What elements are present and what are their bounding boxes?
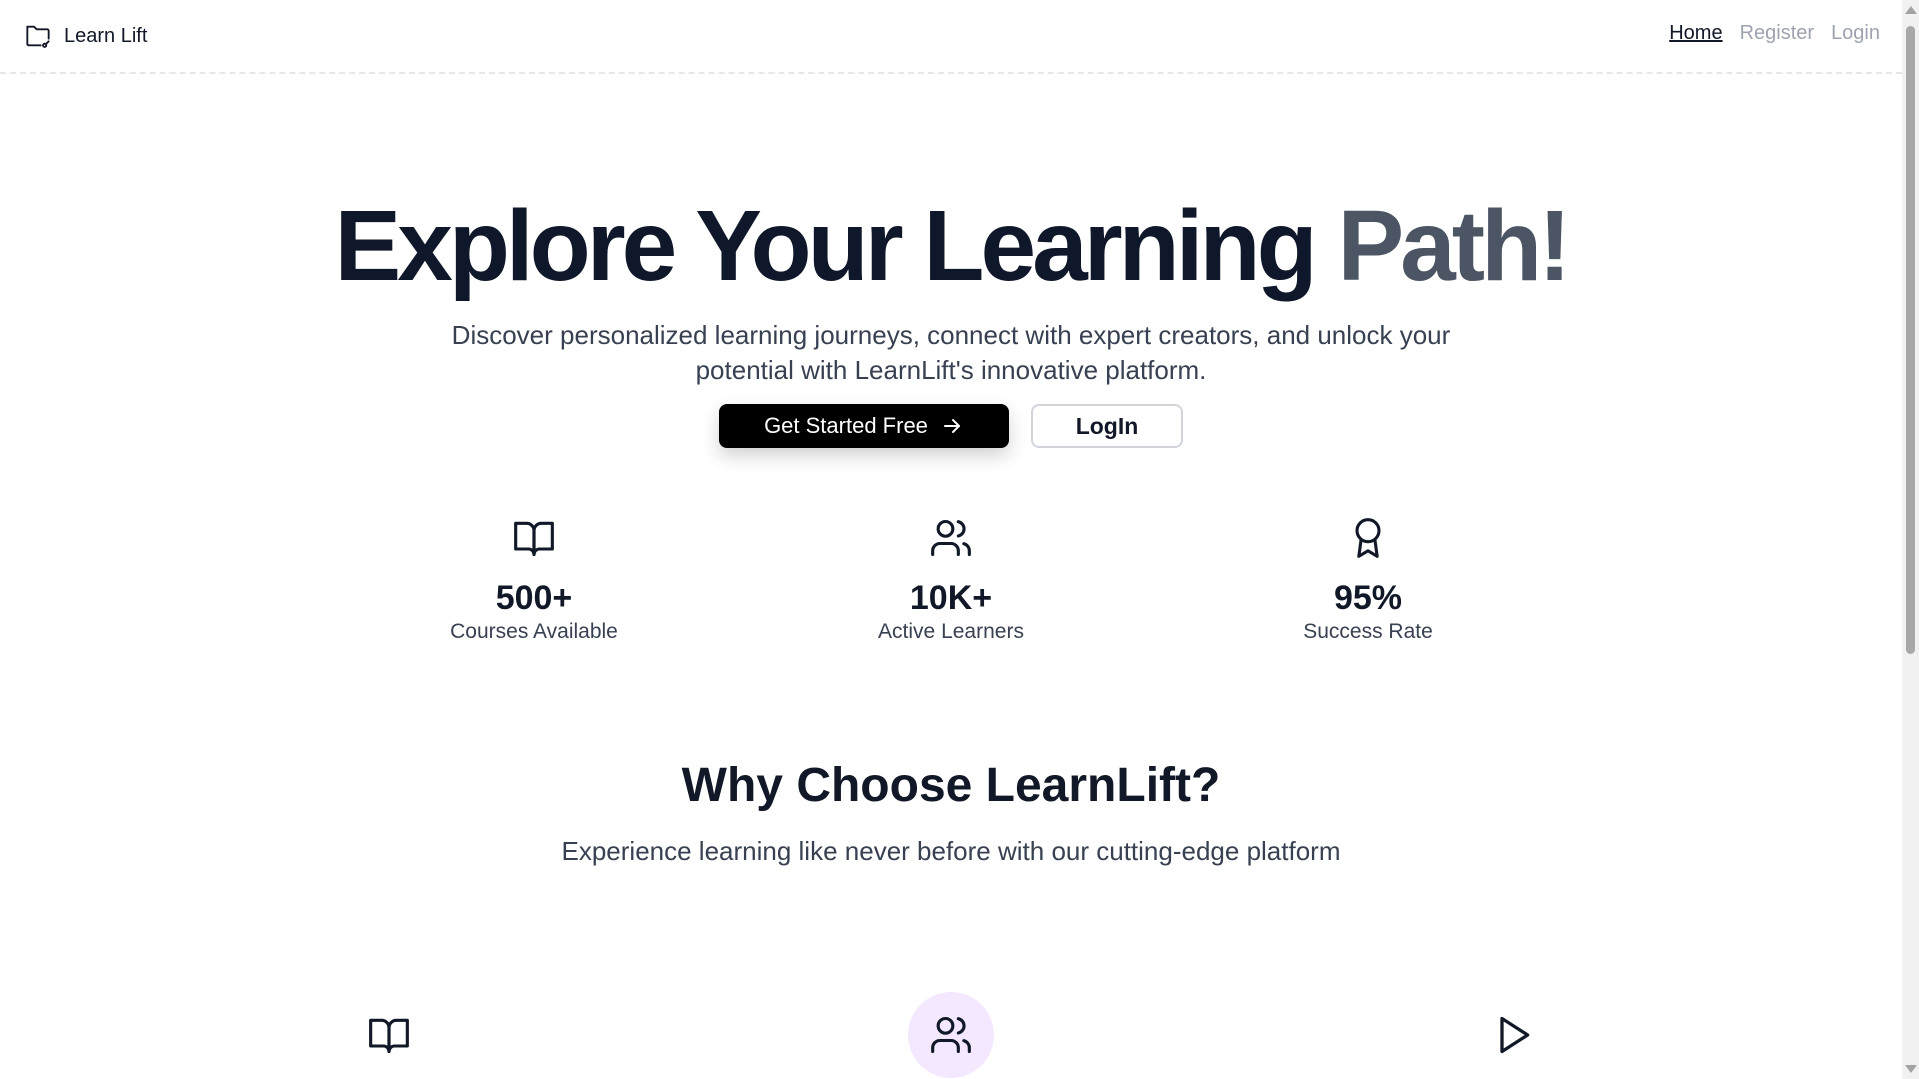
book-open-icon: [369, 1018, 409, 1054]
stat-label: Active Learners: [878, 620, 1024, 643]
header: Learn Lift Home Register Login: [0, 0, 1902, 74]
page: Learn Lift Home Register Login Explore Y…: [0, 0, 1919, 1079]
get-started-button[interactable]: Get Started Free: [719, 404, 1009, 448]
nav-login[interactable]: Login: [1831, 22, 1880, 45]
stat-value: 10K+: [909, 579, 993, 617]
scrollbar[interactable]: [1902, 0, 1919, 1079]
stat-value: 500+: [495, 579, 573, 617]
users-icon: [931, 519, 971, 557]
get-started-label: Get Started Free: [764, 413, 928, 438]
folder-icon: [26, 25, 50, 48]
hero-title-part2: Learning: [923, 190, 1338, 302]
scroll-down-arrow-icon[interactable]: [1905, 1065, 1917, 1073]
stat-learners: 10K+ Active Learners: [811, 516, 1091, 644]
scroll-up-arrow-icon[interactable]: [1905, 6, 1917, 14]
why-subtitle: Experience learning like never before wi…: [561, 836, 1341, 866]
hero-title-part1: Explore Your: [334, 190, 924, 302]
nav-register[interactable]: Register: [1740, 22, 1814, 45]
login-button[interactable]: LogIn: [1031, 404, 1183, 448]
stat-label: Courses Available: [450, 620, 618, 643]
scroll-thumb[interactable]: [1906, 26, 1915, 654]
nav-home[interactable]: Home: [1669, 22, 1722, 45]
main-nav: Home Register Login: [1669, 22, 1880, 45]
stat-value: 95%: [1333, 579, 1403, 617]
hero-title: Explore Your Learning Path!: [0, 186, 1902, 306]
book-open-icon: [514, 521, 554, 557]
hero-title-part3: Path!: [1337, 190, 1571, 302]
brand-link[interactable]: Learn Lift: [22, 20, 147, 52]
stat-label: Success Rate: [1303, 620, 1433, 643]
brand-name: Learn Lift: [64, 24, 148, 47]
award-icon: [1355, 518, 1381, 558]
arrow-right-icon: [943, 419, 960, 433]
stat-success: 95% Success Rate: [1228, 516, 1508, 644]
users-icon: [931, 1016, 971, 1054]
play-icon: [1500, 1016, 1530, 1054]
stat-courses: 500+ Courses Available: [394, 516, 674, 644]
why-title: Why Choose LearnLift?: [681, 759, 1221, 812]
hero-subtitle: Discover personalized learning journeys,…: [451, 320, 1451, 385]
